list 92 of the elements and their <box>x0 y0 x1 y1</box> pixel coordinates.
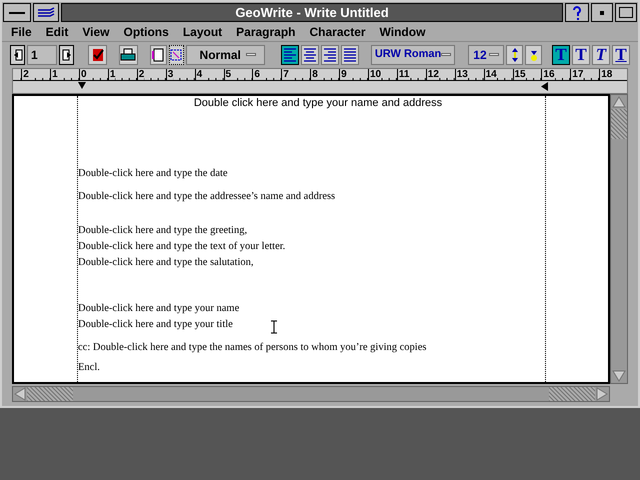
ruler-label: 1 <box>108 69 116 80</box>
dotted-frame-icon <box>170 48 182 60</box>
maximize-icon <box>619 7 633 18</box>
document-line: Double-click here and type the date <box>78 168 228 180</box>
ruler-label: 6 <box>252 69 260 80</box>
dropdown-bar-icon <box>246 53 256 56</box>
window-menu-button[interactable] <box>3 3 31 22</box>
underline-style-button[interactable]: T <box>612 44 630 64</box>
align-center-button[interactable] <box>300 44 319 64</box>
menu-item[interactable]: Options <box>123 22 169 40</box>
next-page-button[interactable] <box>59 44 74 64</box>
ruler-label: 12 <box>426 69 439 80</box>
horizontal-scrollbar[interactable] <box>12 386 610 402</box>
menu-item[interactable]: View <box>82 22 110 40</box>
text-cursor-icon <box>270 320 278 334</box>
menu-item[interactable]: Window <box>380 22 426 40</box>
menu-item[interactable]: Layout <box>182 22 222 40</box>
document-line: Double-click here and type the salutation, <box>78 257 254 269</box>
ruler-label: 2 <box>136 69 144 80</box>
ruler-label: 9 <box>339 69 347 80</box>
minimize-icon <box>600 10 604 14</box>
plain-style-button[interactable]: T <box>552 44 570 64</box>
window-title: GeoWrite - Write Untitled <box>235 4 389 22</box>
menu-item[interactable]: File <box>11 22 32 40</box>
minimize-button[interactable] <box>591 3 613 22</box>
ruler-label: 0 <box>79 69 87 80</box>
dropdown-bar-icon <box>441 53 452 56</box>
ruler-label: 14 <box>484 69 497 80</box>
ruler-label: 5 <box>224 69 232 80</box>
document-line: Encl. <box>78 362 100 374</box>
scroll-left-icon <box>13 387 27 401</box>
ruler-label: 8 <box>310 69 318 80</box>
style-dropdown[interactable]: Normal <box>186 44 265 64</box>
font-dropdown[interactable]: URW Roman <box>370 44 456 64</box>
size-dropdown[interactable]: 12 <box>468 44 504 64</box>
graphic-button[interactable] <box>168 44 184 64</box>
document-line: Double-click here and type the greeting, <box>78 225 248 237</box>
italic-style-button[interactable]: T <box>592 44 610 64</box>
document-line: Double-click here and type your title <box>78 319 233 331</box>
spell-check-button[interactable] <box>88 44 107 64</box>
menu-item[interactable]: Edit <box>46 22 68 40</box>
align-right-button[interactable] <box>320 44 339 64</box>
align-left-button[interactable] <box>280 44 299 64</box>
ruler-label: 15 <box>512 69 526 80</box>
ruler-label: 7 <box>281 69 289 80</box>
printer-icon <box>120 48 136 62</box>
help-button[interactable] <box>565 3 589 22</box>
ruler-label: 16 <box>541 69 555 80</box>
dash-icon <box>9 12 25 14</box>
print-button[interactable] <box>119 44 138 64</box>
ruler-label: 4 <box>194 69 202 80</box>
header-text: Double click here and type your name and address <box>192 97 444 110</box>
grow-arrows-icon <box>510 46 520 62</box>
dropdown-bar-icon <box>489 53 500 56</box>
document-line: Double-click here and type your name <box>78 303 240 315</box>
scroll-thumb[interactable] <box>27 387 73 401</box>
app-button[interactable] <box>33 3 59 22</box>
smaller-size-button[interactable] <box>525 44 542 64</box>
page-field-icon <box>151 48 166 62</box>
larger-size-button[interactable] <box>506 44 524 64</box>
align-center-icon <box>302 46 318 62</box>
ruler-label: 3 <box>166 69 174 80</box>
document-line: cc: Double-click here and type the names of persons to whom you’re giving copies <box>78 342 426 354</box>
ruler-label: 13 <box>454 69 468 80</box>
document-line: Double-click here and type the addressee’s name and address <box>78 191 336 203</box>
align-right-icon <box>322 46 338 62</box>
ruler-label: 11 <box>396 69 410 80</box>
page-left-icon <box>12 48 22 60</box>
document-line: Double-click here and type the text of your letter. <box>78 241 286 253</box>
scroll-right-icon <box>595 387 609 401</box>
question-mark-icon <box>572 6 582 20</box>
align-justify-icon <box>342 46 358 62</box>
page-number-field[interactable]: 1 <box>27 44 58 64</box>
bold-style-button[interactable]: T <box>572 44 590 64</box>
check-mark-icon <box>90 48 105 62</box>
ruler-label: 1 <box>50 69 58 80</box>
menu-item[interactable]: Character <box>310 22 366 40</box>
ruler-label: 18 <box>599 69 612 80</box>
previous-page-button[interactable] <box>10 44 25 64</box>
align-left-icon <box>282 46 298 62</box>
page-right-icon <box>62 48 72 60</box>
align-justify-button[interactable] <box>340 44 359 64</box>
maximize-button[interactable] <box>615 3 637 22</box>
field-button[interactable] <box>150 44 167 64</box>
ruler-label: 10 <box>368 69 382 80</box>
vertical-scrollbar[interactable] <box>610 94 628 384</box>
scroll-down-icon <box>611 369 627 383</box>
scroll-thumb[interactable] <box>611 109 627 139</box>
wave-lines-icon <box>36 6 56 18</box>
menu-item[interactable]: Paragraph <box>236 22 296 40</box>
ruler-label: 2 <box>21 69 29 80</box>
ruler-label: 17 <box>570 69 584 80</box>
